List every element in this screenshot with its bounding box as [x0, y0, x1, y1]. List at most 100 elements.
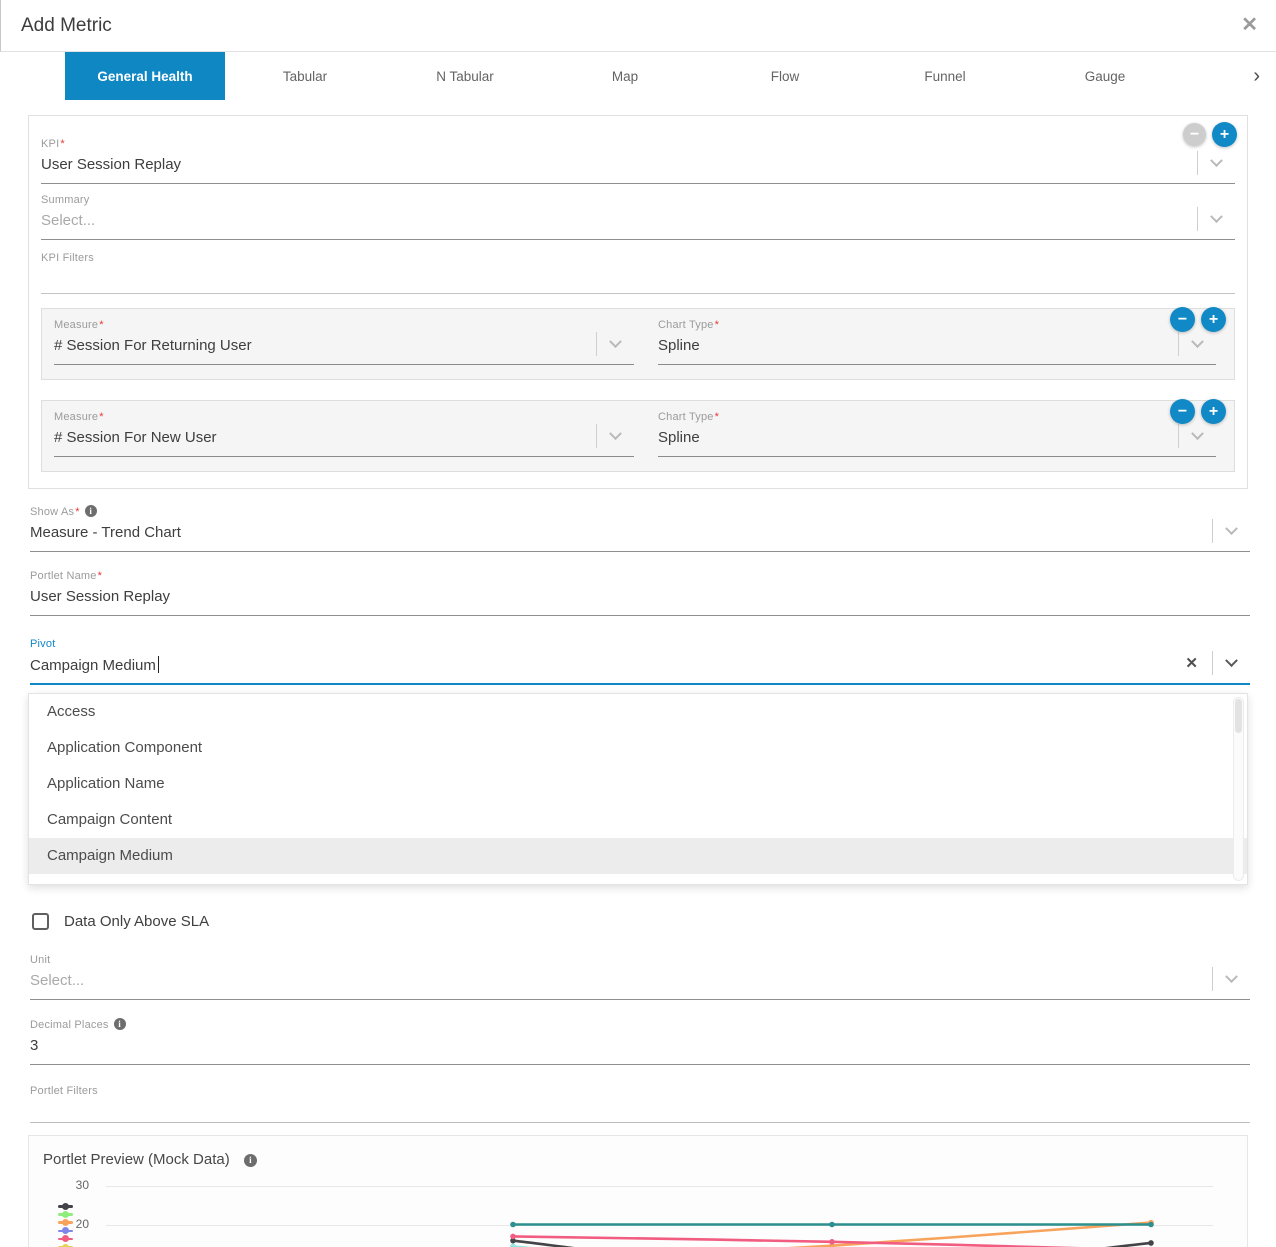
measure-add-button[interactable]: + [1201, 399, 1226, 424]
measure-select[interactable]: # Session For Returning User [54, 331, 634, 365]
measure-label: Measure [54, 319, 98, 331]
tab-tabular[interactable]: Tabular [225, 52, 385, 100]
tab-funnel[interactable]: Funnel [865, 52, 1025, 100]
scrollbar-thumb[interactable] [1235, 699, 1242, 733]
tabs-more-chevron-right-icon[interactable]: › [1253, 52, 1260, 100]
summary-placeholder: Select... [41, 212, 95, 229]
data-point [510, 1244, 516, 1247]
tab-map[interactable]: Map [545, 52, 705, 100]
dropdown-option-access[interactable]: Access [29, 694, 1247, 730]
legend-item-series-5[interactable] [58, 1235, 73, 1243]
chart-type-select[interactable]: Spline [658, 331, 1216, 365]
data-point [829, 1222, 835, 1228]
legend-item-series-1[interactable] [58, 1202, 73, 1210]
decimal-places-label: Decimal Places [30, 1019, 109, 1031]
tab-n-tabular[interactable]: N Tabular [385, 52, 545, 100]
measure-label: Measure [54, 411, 98, 423]
measure-value: # Session For Returning User [54, 337, 252, 354]
tab-flow[interactable]: Flow [705, 52, 865, 100]
dropdown-option-application-component[interactable]: Application Component [29, 730, 1247, 766]
chart-type-label: Chart Type [658, 411, 714, 423]
info-icon[interactable]: i [114, 1018, 126, 1030]
kpi-add-button[interactable]: + [1212, 122, 1237, 147]
show-as-field: Show As* i Measure - Trend Chart [30, 505, 1250, 552]
chevron-down-icon[interactable] [1225, 970, 1238, 983]
required-asterisk: * [60, 138, 64, 150]
info-icon[interactable]: i [85, 505, 97, 517]
sla-checkbox-row[interactable]: Data Only Above SLA [32, 913, 1250, 930]
tab-general-health[interactable]: General Health [65, 52, 225, 100]
portlet-filters-label: Portlet Filters [30, 1085, 1250, 1097]
kpi-select[interactable]: User Session Replay [41, 150, 1235, 184]
legend-item-series-4[interactable] [58, 1227, 73, 1235]
unit-placeholder: Select... [30, 972, 84, 989]
y-tick-label: 30 [59, 1178, 89, 1192]
chevron-down-icon[interactable] [609, 335, 622, 348]
text-cursor [158, 656, 159, 673]
pivot-value: Campaign Medium [30, 657, 156, 674]
chart-type-value: Spline [658, 337, 700, 354]
chevron-down-icon[interactable] [609, 427, 622, 440]
kpi-filters-label: KPI Filters [41, 252, 1235, 264]
required-asterisk: * [99, 319, 103, 331]
required-asterisk: * [75, 506, 79, 518]
dropdown-option-campaign-content[interactable]: Campaign Content [29, 802, 1247, 838]
chevron-down-icon[interactable] [1191, 335, 1204, 348]
legend-dot-icon [62, 1235, 69, 1242]
kpi-field: KPI* User Session Replay [41, 138, 1235, 184]
kpi-remove-button[interactable]: − [1183, 123, 1206, 146]
chevron-down-icon[interactable] [1225, 522, 1238, 535]
chevron-down-icon[interactable] [1225, 654, 1238, 667]
sla-checkbox[interactable] [32, 913, 49, 930]
show-as-select[interactable]: Measure - Trend Chart [30, 518, 1250, 552]
portlet-name-field: Portlet Name* User Session Replay [30, 570, 1250, 616]
kpi-filters-field: KPI Filters [41, 252, 1235, 294]
scrollbar-track[interactable] [1233, 697, 1244, 881]
kpi-filters-input[interactable] [41, 264, 1235, 294]
measure-select[interactable]: # Session For New User [54, 423, 634, 457]
measure-panel: − + Measure* # Session For Returning Use… [41, 308, 1235, 380]
dropdown-option-application-name[interactable]: Application Name [29, 766, 1247, 802]
chart-type-label: Chart Type [658, 319, 714, 331]
portlet-preview-panel: Portlet Preview (Mock Data) i 302010 [28, 1135, 1248, 1247]
pivot-input[interactable]: Campaign Medium ✕ [30, 650, 1250, 685]
dropdown-option-campaign-medium[interactable]: Campaign Medium [29, 838, 1247, 874]
legend-item-series-2[interactable] [58, 1210, 73, 1218]
dialog-title: Add Metric [21, 15, 112, 37]
chart-type-select[interactable]: Spline [658, 423, 1216, 457]
clear-icon[interactable]: ✕ [1185, 654, 1198, 672]
pivot-field: Pivot Campaign Medium ✕ [30, 638, 1250, 685]
measure-remove-button[interactable]: − [1170, 307, 1195, 332]
show-as-value: Measure - Trend Chart [30, 524, 181, 541]
divider [1212, 651, 1213, 675]
decimal-places-input[interactable]: 3 [30, 1031, 1250, 1065]
divider [1212, 519, 1213, 543]
summary-select[interactable]: Select... [41, 206, 1235, 240]
measure-add-button[interactable]: + [1201, 307, 1226, 332]
portlet-filters-input[interactable] [30, 1097, 1250, 1123]
kpi-section: − + KPI* User Session Replay Summary Sel… [28, 115, 1248, 489]
chevron-down-icon[interactable] [1210, 210, 1223, 223]
show-as-label: Show As [30, 506, 74, 518]
portlet-name-input[interactable]: User Session Replay [30, 582, 1250, 616]
measure-remove-button[interactable]: − [1170, 399, 1195, 424]
chevron-down-icon[interactable] [1191, 427, 1204, 440]
divider [1197, 151, 1198, 175]
legend-item-series-6[interactable] [58, 1243, 73, 1247]
close-icon[interactable]: ✕ [1241, 12, 1258, 37]
chevron-down-icon[interactable] [1210, 154, 1223, 167]
pivot-label: Pivot [30, 638, 1250, 650]
unit-select[interactable]: Select... [30, 966, 1250, 1000]
dropdown-option-clipped[interactable]: Campaign Name [29, 874, 1247, 885]
portlet-filters-field: Portlet Filters [30, 1085, 1250, 1123]
data-point [510, 1222, 516, 1228]
dialog-header: Add Metric ✕ [0, 0, 1276, 52]
required-asterisk: * [715, 411, 719, 423]
legend-item-series-3[interactable] [58, 1218, 73, 1226]
measure-value: # Session For New User [54, 429, 217, 446]
unit-field: Unit Select... [30, 954, 1250, 1000]
tab-gauge[interactable]: Gauge [1025, 52, 1185, 100]
divider [1178, 332, 1179, 356]
measure-panel: − + Measure * # Session For New User Char… [41, 400, 1235, 472]
pivot-dropdown: AccessApplication ComponentApplication N… [28, 693, 1248, 885]
